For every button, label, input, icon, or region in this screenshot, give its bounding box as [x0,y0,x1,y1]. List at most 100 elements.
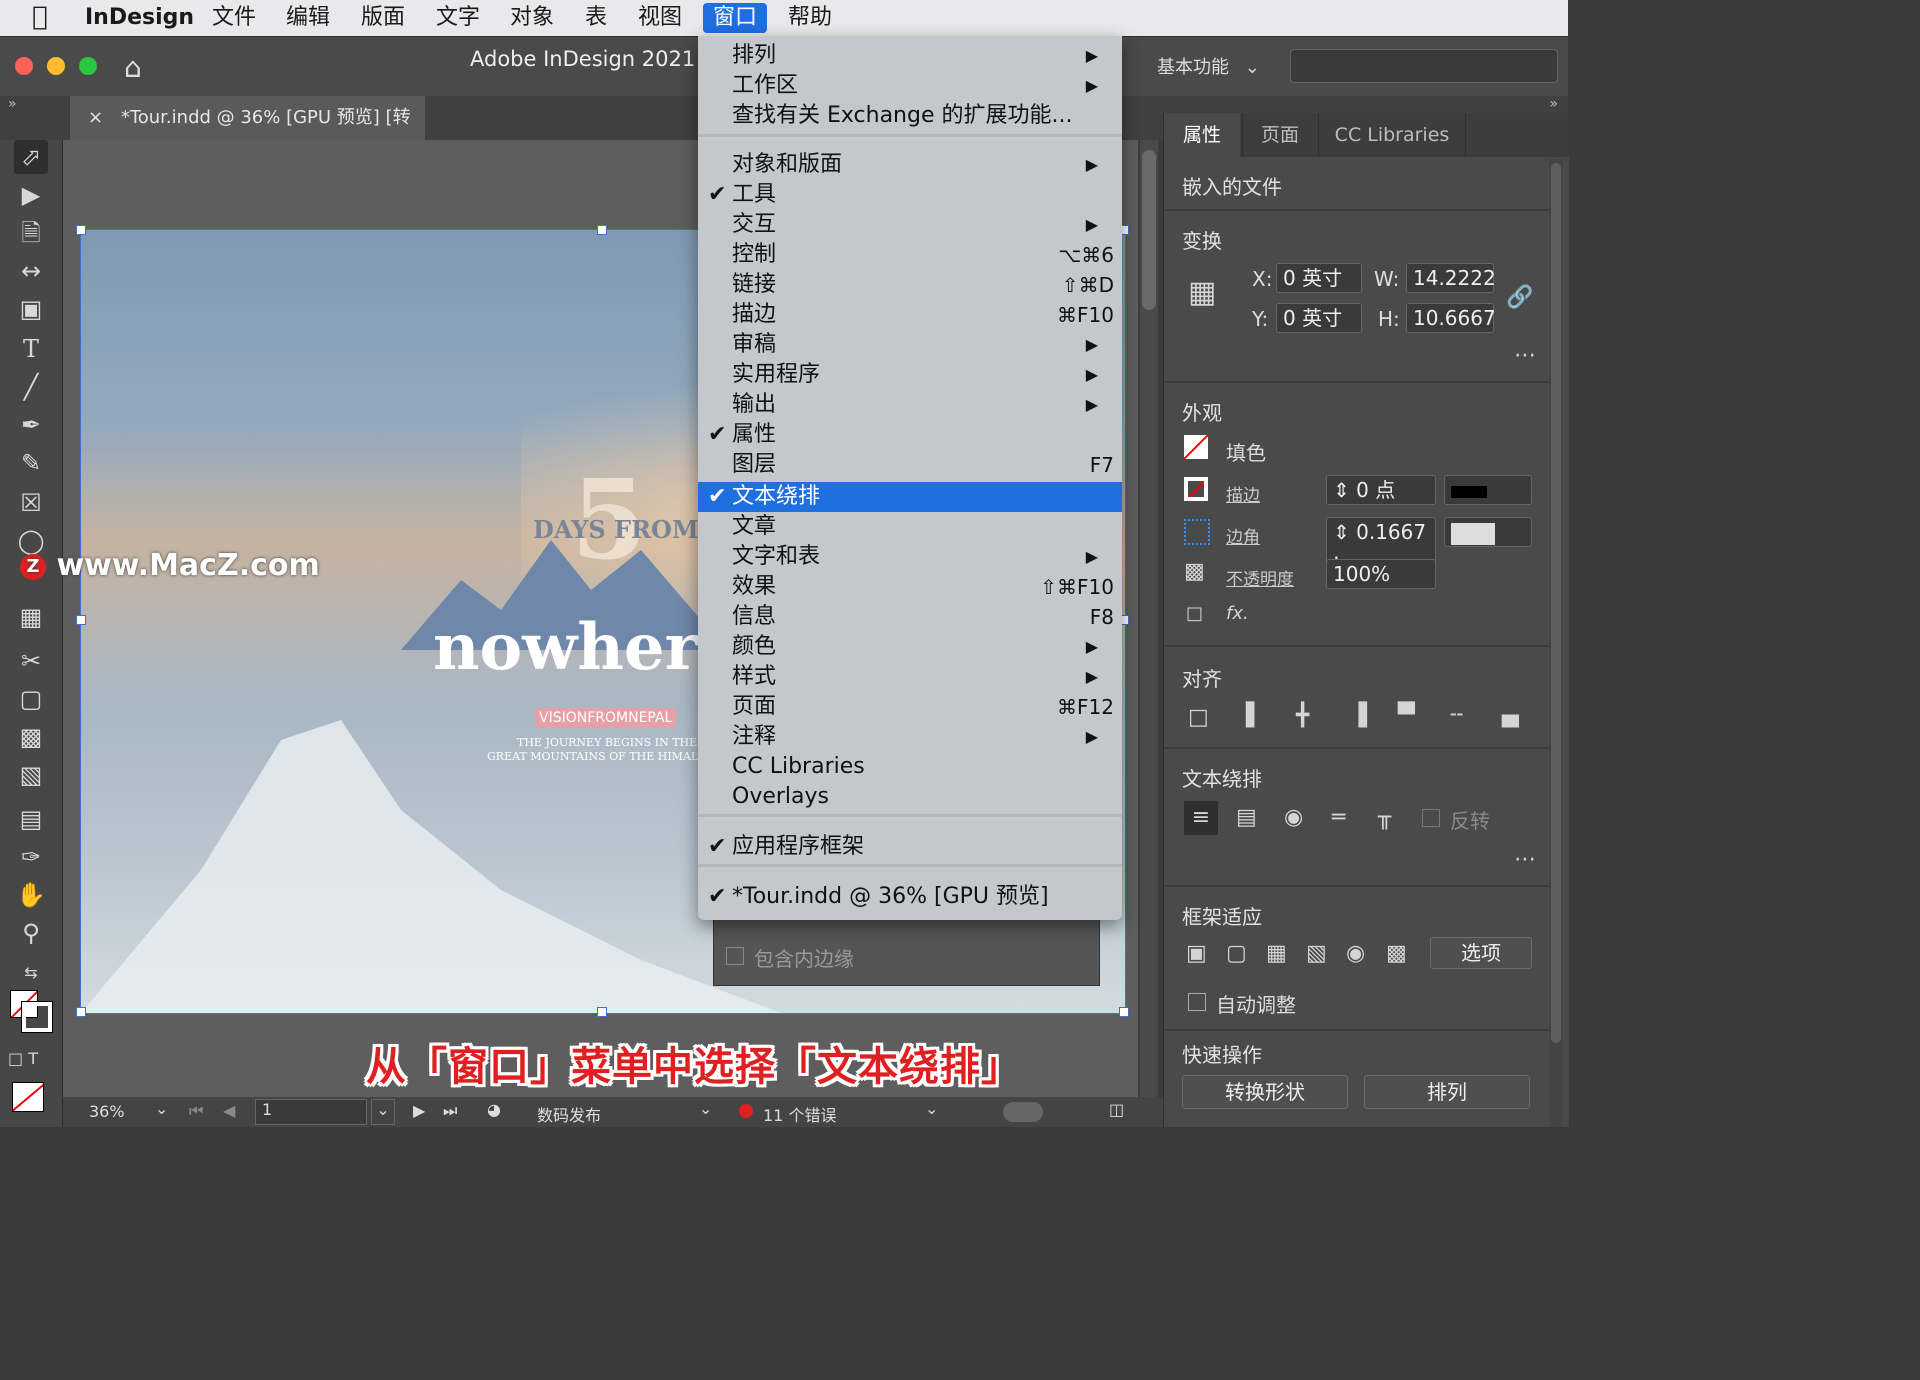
selection-tool-icon[interactable]: ⬀ [14,140,48,174]
page-number-field[interactable]: 1 [255,1099,367,1125]
menu-help[interactable]: 帮助 [778,3,842,33]
page-dropdown[interactable]: ⌄ [371,1099,395,1125]
stepper-icon[interactable]: ⇕ [1333,520,1350,544]
window-menu-item[interactable]: ✔ 属性 [698,420,1122,450]
window-menu-item[interactable]: 注释 ▶ [698,722,1122,752]
fit-content-proportionally-icon[interactable]: ▢ [1226,941,1247,966]
corner-label[interactable]: 边角 [1226,523,1260,548]
window-menu-item[interactable]: 控制 ⌥⌘6 [698,240,1122,270]
window-menu-item[interactable]: 输出 ▶ [698,390,1122,420]
selection-handle[interactable] [76,225,86,235]
y-field[interactable]: 0 英寸 [1276,303,1362,333]
align-left-icon[interactable]: ▌ [1246,703,1263,728]
more-options-icon[interactable]: ⋯ [1514,343,1536,368]
window-menu-item[interactable]: ✔ 工具 [698,180,1122,210]
arrange-button[interactable]: 排列 [1364,1075,1530,1109]
collapse-toolbox-icon[interactable]: » [8,96,17,112]
previous-page-icon[interactable]: ◀ [223,1101,235,1120]
scrollbar-thumb[interactable] [1551,163,1561,1043]
table-tool-icon[interactable]: ▦ [14,600,48,634]
scrollbar-thumb[interactable] [1142,150,1156,310]
window-menu-item[interactable]: 效果 ⇧⌘F10 [698,572,1122,602]
align-bottom-icon[interactable]: ▄ [1502,703,1519,728]
gradient-swatch-tool-icon[interactable]: ▩ [14,720,48,754]
menu-file[interactable]: 文件 [202,3,266,33]
window-menu-item[interactable]: 描边 ⌘F10 [698,300,1122,330]
selection-handle[interactable] [597,225,607,235]
window-menu-item[interactable]: 文字和表 ▶ [698,542,1122,572]
x-field[interactable]: 0 英寸 [1276,263,1362,293]
stroke-type-dropdown[interactable] [1444,475,1532,505]
wrap-around-object-shape-icon[interactable]: ◉ [1284,805,1303,830]
pencil-tool-icon[interactable]: ✎ [14,446,48,480]
reference-point-icon[interactable]: ▦ [1188,275,1216,310]
window-menu-item[interactable]: 查找有关 Exchange 的扩展功能... [698,101,1122,131]
preflight-profile-icon[interactable]: ◕ [487,1100,501,1119]
chevron-down-icon[interactable]: ⌄ [699,1099,712,1118]
gradient-feather-tool-icon[interactable]: ▧ [14,758,48,792]
collapse-panels-icon[interactable]: » [1549,96,1558,112]
center-content-icon[interactable]: ◉ [1346,941,1365,966]
content-collector-icon[interactable]: ▣ [14,292,48,326]
rectangle-frame-tool-icon[interactable]: ☒ [14,486,48,520]
document-tab[interactable]: × *Tour.indd @ 36% [GPU 预览] [转换] [70,96,425,172]
invert-checkbox[interactable] [1422,809,1440,827]
no-text-wrap-icon[interactable]: ≡ [1184,801,1218,835]
stroke-weight-field[interactable]: ⇕ 0 点 [1326,475,1436,505]
menu-object[interactable]: 对象 [500,3,564,33]
stepper-icon[interactable]: ⇕ [1333,478,1350,502]
menu-type[interactable]: 文字 [426,3,490,33]
wrap-around-bounding-box-icon[interactable]: ▤ [1236,805,1257,830]
fx-icon[interactable]: fx. [1226,603,1249,624]
swap-fill-stroke-icon[interactable]: ⇆ [14,956,48,990]
fill-swatch-icon[interactable] [1184,435,1208,459]
tab-properties[interactable]: 属性 [1164,113,1240,157]
menu-edit[interactable]: 编辑 [276,3,340,33]
formatting-container-icon[interactable]: □ T [6,1042,40,1076]
align-to-selection-icon[interactable]: □ [1188,705,1209,730]
error-count[interactable]: 11 个错误 [763,1102,836,1126]
window-menu-item[interactable]: 审稿 ▶ [698,330,1122,360]
line-tool-icon[interactable]: ╱ [14,370,48,404]
fit-content-to-frame-icon[interactable]: ▧ [1306,941,1327,966]
window-menu-item[interactable]: 颜色 ▶ [698,632,1122,662]
window-menu-item[interactable]: 排列 ▶ [698,41,1122,71]
tab-cc-libraries[interactable]: CC Libraries [1318,113,1466,157]
window-menu-item[interactable]: 链接 ⇧⌘D [698,270,1122,300]
zoom-level[interactable]: 36% [89,1102,125,1121]
align-right-icon[interactable]: ▐ [1350,703,1367,728]
stroke-label[interactable]: 描边 [1226,481,1260,506]
scissors-tool-icon[interactable]: ✂ [14,644,48,678]
window-menu-item[interactable]: 交互 ▶ [698,210,1122,240]
pen-tool-icon[interactable]: ✒ [14,408,48,442]
h-field[interactable]: 10.6667 [1406,303,1496,333]
home-icon[interactable]: ⌂ [124,51,142,84]
stroke-swatch-icon[interactable] [1184,477,1208,501]
zoom-tool-icon[interactable]: ⚲ [14,916,48,950]
window-menu-item[interactable]: 文章 [698,512,1122,542]
type-tool-icon[interactable]: T [14,332,48,366]
close-window-button[interactable] [15,57,33,75]
hand-tool-icon[interactable]: ✋ [14,878,48,912]
window-menu-item[interactable]: 样式 ▶ [698,662,1122,692]
window-menu-item[interactable]: 实用程序 ▶ [698,360,1122,390]
frame-fitting-options-button[interactable]: 选项 [1430,937,1532,969]
window-menu-item[interactable]: CC Libraries [698,752,1122,782]
next-page-icon[interactable]: ▶ [413,1101,425,1120]
include-inside-edges-checkbox[interactable] [726,947,744,965]
window-menu-item[interactable]: 图层 F7 [698,450,1122,480]
menu-table[interactable]: 表 [575,3,617,33]
workspace-switcher[interactable]: 基本功能 ⌄ [1157,53,1260,79]
page-tool-icon[interactable]: 🗎 [14,216,48,250]
window-menu-item[interactable]: Overlays [698,782,1122,812]
intent-label[interactable]: 数码发布 [537,1102,601,1126]
jump-object-icon[interactable]: ═ [1332,805,1345,830]
fill-frame-proportionally-icon[interactable]: ▣ [1186,941,1207,966]
menu-indesign[interactable]: InDesign [75,3,204,33]
zoom-window-button[interactable] [79,57,97,75]
window-menu-item[interactable]: ✔ 文本绕排 [698,482,1122,512]
selection-handle[interactable] [1119,1007,1129,1017]
first-page-icon[interactable]: ⏮ [189,1101,203,1121]
opacity-label[interactable]: 不透明度 [1226,565,1294,590]
minimize-window-button[interactable] [47,57,65,75]
